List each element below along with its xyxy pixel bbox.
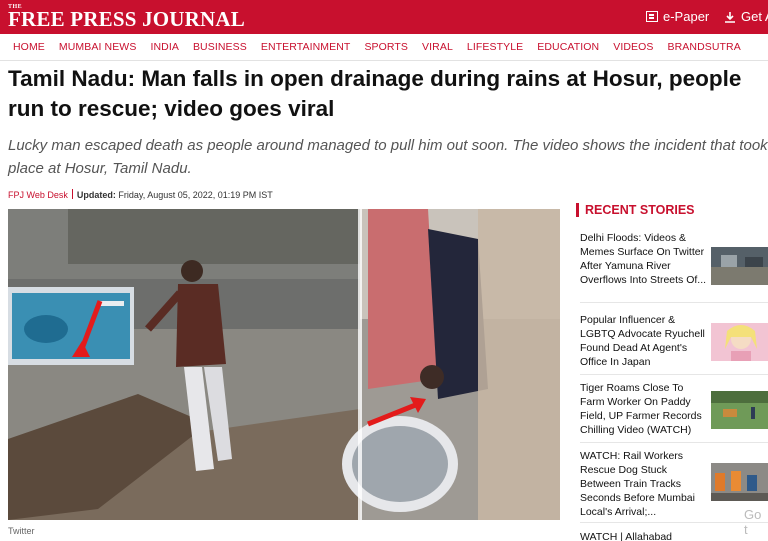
recent-story-title[interactable]: Popular Influencer & LGBTQ Advocate Ryuc… [580, 313, 708, 369]
recent-story[interactable]: Tiger Roams Close To Farm Worker On Padd… [580, 381, 768, 443]
recent-story[interactable]: WATCH: Rail Workers Rescue Dog Stuck Bet… [580, 449, 768, 523]
recent-story-thumbnail[interactable] [711, 391, 768, 429]
recent-story-thumbnail[interactable] [711, 247, 768, 285]
nav-item-mumbai-news[interactable]: MUMBAI NEWS [59, 41, 137, 53]
updated-label: Updated: [76, 190, 116, 200]
article-subheadline: Lucky man escaped death as people around… [8, 137, 768, 177]
recent-story[interactable]: Popular Influencer & LGBTQ Advocate Ryuc… [580, 313, 768, 375]
nav-item-entertainment[interactable]: ENTERTAINMENT [261, 41, 351, 53]
download-icon [725, 11, 735, 23]
hero-illustration [8, 209, 560, 520]
updated-timestamp: Friday, August 05, 2022, 01:19 PM IST [118, 190, 273, 200]
nav-item-home[interactable]: HOME [13, 41, 45, 53]
image-caption: Twitter [8, 526, 35, 536]
get-app-label: Get A [741, 9, 768, 24]
recent-story-title[interactable]: WATCH: Rail Workers Rescue Dog Stuck Bet… [580, 449, 708, 519]
epaper-link[interactable]: e-Paper [646, 9, 709, 24]
hero-image[interactable] [8, 209, 560, 520]
recent-story-title[interactable]: Tiger Roams Close To Farm Worker On Padd… [580, 381, 708, 437]
nav-item-viral[interactable]: VIRAL [422, 41, 453, 53]
nav-item-brandsutra[interactable]: BRANDSUTRA [668, 41, 741, 53]
story-thumbnail-image [711, 323, 768, 361]
nav-item-education[interactable]: EDUCATION [537, 41, 599, 53]
nav-item-lifestyle[interactable]: LIFESTYLE [467, 41, 523, 53]
byline-divider [71, 189, 73, 199]
recent-story-title[interactable]: WATCH | Allahabad [580, 530, 708, 541]
nav-item-sports[interactable]: SPORTS [364, 41, 408, 53]
recent-story[interactable]: WATCH | Allahabad [580, 530, 768, 541]
logo-name: FREE PRESS JOURNAL [8, 7, 245, 31]
nav-item-business[interactable]: BUSINESS [193, 41, 247, 53]
recent-story-thumbnail[interactable] [711, 323, 768, 361]
author-link[interactable]: FPJ Web Desk [8, 190, 68, 200]
article-headline: Tamil Nadu: Man falls in open drainage d… [8, 66, 742, 121]
recent-story-thumbnail[interactable] [711, 463, 768, 501]
get-app-link[interactable]: Get A [724, 9, 768, 24]
recent-story-title[interactable]: Delhi Floods: Videos & Memes Surface On … [580, 231, 708, 287]
epaper-label: e-Paper [663, 9, 710, 24]
goto-overlay-text: Go t [744, 507, 762, 537]
story-thumbnail-image [711, 391, 768, 429]
recent-stories-title: RECENT STORIES [576, 203, 695, 217]
newspaper-icon [646, 11, 658, 22]
recent-story[interactable]: Delhi Floods: Videos & Memes Surface On … [580, 231, 768, 303]
nav-item-videos[interactable]: VIDEOS [613, 41, 653, 53]
story-thumbnail-image [711, 463, 768, 501]
top-bar: THE FREE PRESS JOURNAL e-Paper Get A [0, 0, 768, 34]
byline: FPJ Web Desk Updated: Friday, August 05, … [8, 189, 273, 200]
story-thumbnail-image [711, 247, 768, 285]
main-nav: HOME MUMBAI NEWS INDIA BUSINESS ENTERTAI… [0, 34, 768, 61]
nav-item-india[interactable]: INDIA [150, 41, 179, 53]
